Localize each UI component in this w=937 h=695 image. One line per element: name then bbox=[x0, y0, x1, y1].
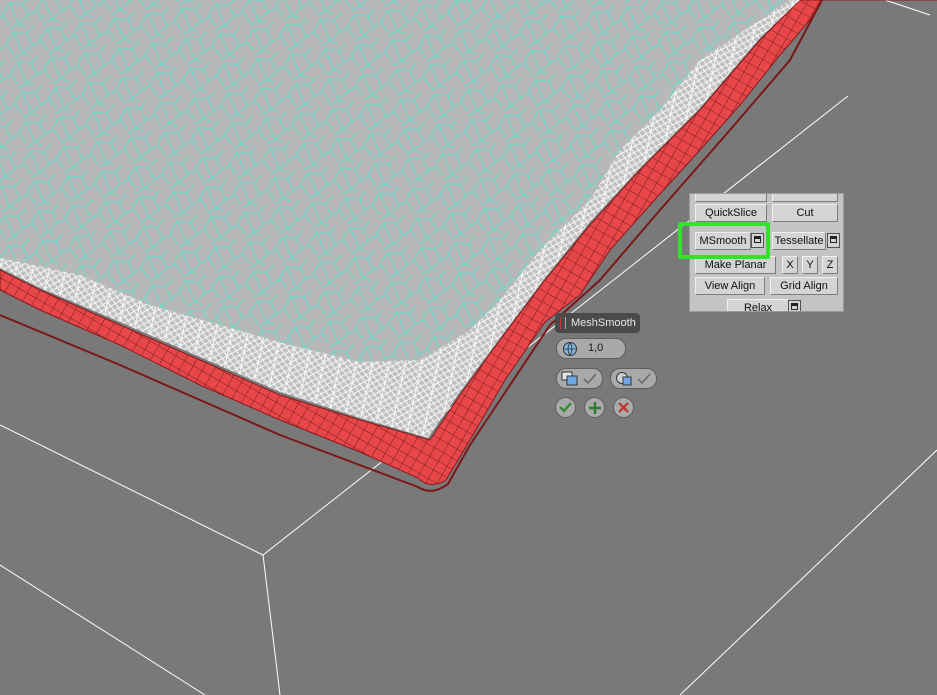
tessellate-button[interactable]: Tessellate bbox=[772, 232, 826, 250]
caddy-grip-icon[interactable] bbox=[560, 317, 566, 329]
relax-settings-icon[interactable] bbox=[788, 300, 801, 311]
smoothness-spinner[interactable]: 1,0 bbox=[556, 338, 626, 359]
hidden-top-button-right[interactable] bbox=[772, 194, 838, 202]
check-icon bbox=[559, 402, 572, 413]
relax-button[interactable]: Relax bbox=[727, 299, 789, 311]
caddy-title-label: MeshSmooth bbox=[571, 317, 636, 329]
viewport[interactable] bbox=[0, 0, 937, 695]
cut-button[interactable]: Cut bbox=[772, 204, 838, 222]
make-planar-z-button[interactable]: Z bbox=[822, 256, 838, 274]
apply-and-continue-button[interactable] bbox=[584, 397, 605, 418]
smoothness-value: 1,0 bbox=[588, 342, 604, 354]
quickslice-button[interactable]: QuickSlice bbox=[695, 204, 767, 222]
check-mark-icon bbox=[637, 373, 651, 385]
x-icon bbox=[618, 402, 629, 413]
view-align-button[interactable]: View Align bbox=[695, 277, 765, 295]
caddy-title[interactable]: MeshSmooth bbox=[555, 313, 640, 333]
tessellate-settings-icon[interactable] bbox=[827, 233, 840, 248]
materials-icon bbox=[616, 372, 632, 386]
smoothing-groups-icon bbox=[561, 371, 578, 386]
separate-by-materials-toggle[interactable] bbox=[610, 368, 657, 389]
cancel-button[interactable] bbox=[613, 397, 634, 418]
check-mark-icon bbox=[583, 373, 597, 385]
separate-by-smoothing-groups-toggle[interactable] bbox=[556, 368, 603, 389]
ok-button[interactable] bbox=[555, 397, 576, 418]
make-planar-x-button[interactable]: X bbox=[782, 256, 798, 274]
make-planar-y-button[interactable]: Y bbox=[802, 256, 818, 274]
grid-align-button[interactable]: Grid Align bbox=[770, 277, 838, 295]
smoothness-icon bbox=[563, 342, 577, 356]
msmooth-highlight bbox=[678, 222, 770, 259]
hidden-top-button-left[interactable] bbox=[695, 194, 767, 202]
plus-icon bbox=[588, 402, 601, 414]
